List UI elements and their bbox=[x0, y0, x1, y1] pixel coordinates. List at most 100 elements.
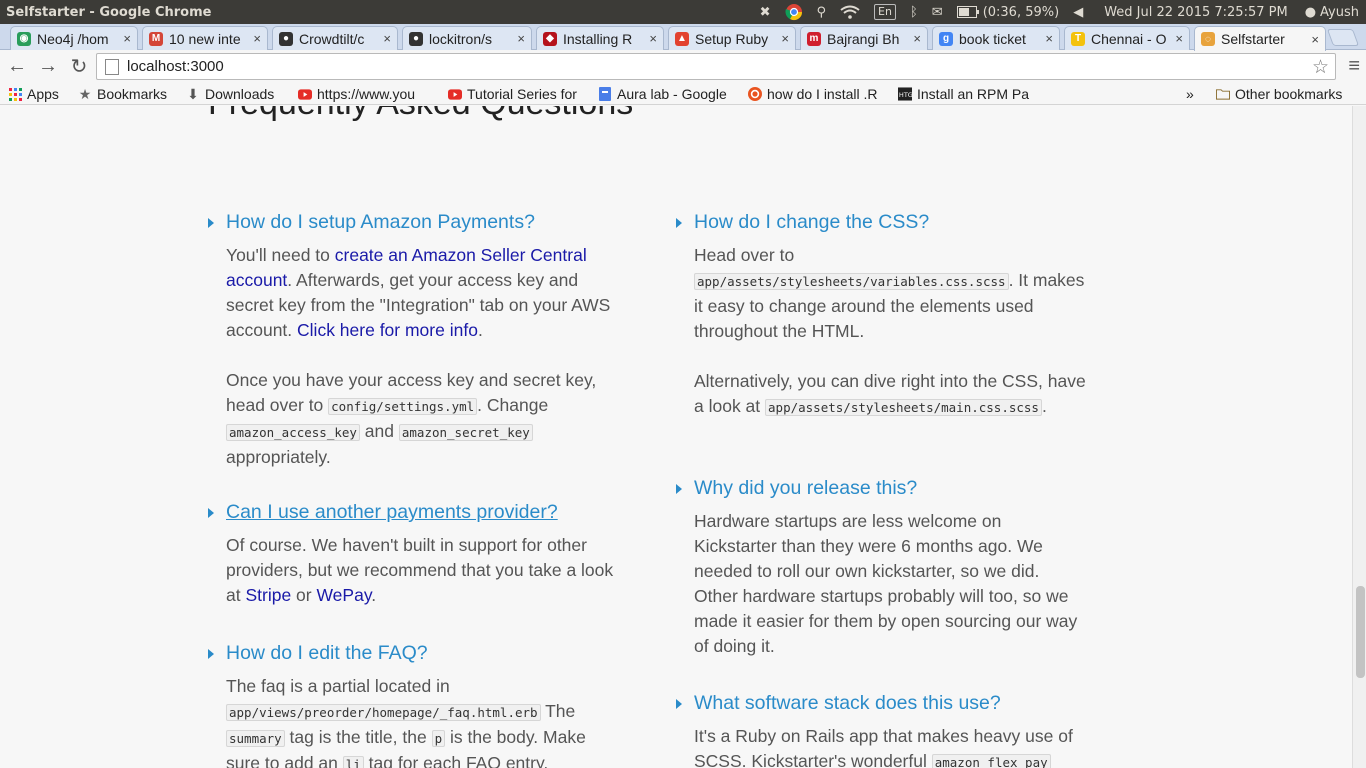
tab[interactable]: M 10 new inte × bbox=[142, 26, 268, 50]
bookmark-item[interactable]: https://www.you bbox=[298, 85, 415, 103]
battery-indicator[interactable]: (0:36, 59%) bbox=[950, 0, 1067, 24]
tab-favicon-icon: ▲ bbox=[675, 31, 689, 46]
tab[interactable]: ● Crowdtilt/c × bbox=[272, 26, 398, 50]
faq-item: Why did you release this? Hardware start… bbox=[676, 475, 1086, 659]
tab-label: Crowdtilt/c bbox=[299, 30, 365, 47]
faq-item: What software stack does this use? It's … bbox=[676, 690, 1086, 768]
faq-question[interactable]: Why did you release this? bbox=[676, 475, 1086, 501]
bookmark-label: Downloads bbox=[205, 86, 275, 102]
bookmark-label: https://www.you bbox=[317, 86, 416, 102]
tab-favicon-icon: g bbox=[939, 31, 953, 46]
folder-icon bbox=[1216, 87, 1230, 101]
search-icon[interactable]: ⚲ bbox=[810, 0, 834, 24]
tab-label: book ticket bbox=[959, 30, 1026, 47]
reload-button[interactable]: ↻ bbox=[65, 53, 93, 81]
faq-question[interactable]: Can I use another payments provider? bbox=[208, 499, 618, 525]
chrome-menu-icon[interactable]: ≡ bbox=[1348, 55, 1360, 78]
tab-close-icon[interactable]: × bbox=[517, 31, 525, 46]
google-sites-icon bbox=[598, 87, 612, 101]
tab[interactable]: T Chennai - O × bbox=[1064, 26, 1190, 50]
bookmark-star-icon[interactable]: ☆ bbox=[1312, 56, 1329, 79]
tab-label: Neo4j /hom bbox=[37, 30, 109, 47]
page-scrollbar[interactable] bbox=[1352, 106, 1366, 768]
tab-label: lockitron/s bbox=[429, 30, 493, 47]
tab-favicon-icon: ◆ bbox=[543, 31, 557, 46]
triangle-right-icon bbox=[208, 649, 214, 659]
tab-close-icon[interactable]: × bbox=[253, 31, 261, 46]
faq-question[interactable]: How do I setup Amazon Payments? bbox=[208, 209, 618, 235]
tab-close-icon[interactable]: × bbox=[1175, 31, 1183, 46]
tab-label: Installing R bbox=[563, 30, 633, 47]
bookmark-item[interactable]: Apps bbox=[8, 85, 59, 103]
os-indicators: ✖ ⚲ En ᛒ ✉ (0:36, 59%) ◀ Wed Jul 22 2015… bbox=[753, 0, 1366, 24]
star-icon: ★ bbox=[78, 85, 92, 102]
tab[interactable]: ▲ Setup Ruby × bbox=[668, 26, 796, 50]
bookmark-label: how do I install .R bbox=[767, 86, 878, 102]
tab[interactable]: ● lockitron/s × bbox=[402, 26, 532, 50]
faq-question[interactable]: What software stack does this use? bbox=[676, 690, 1086, 716]
code-snippet: app/views/preorder/homepage/_faq.html.er… bbox=[226, 704, 541, 721]
tab-close-icon[interactable]: × bbox=[913, 31, 921, 46]
tab-label: Selfstarter bbox=[1221, 31, 1285, 47]
bookmark-item[interactable]: HTG Install an RPM Pa bbox=[898, 85, 1029, 103]
tab-strip: ◉ Neo4j /hom × M 10 new inte × ● Crowdtilt/c × ● l… bbox=[0, 24, 1366, 51]
wifi-icon[interactable] bbox=[833, 0, 867, 24]
user-menu[interactable]: ● Ayush bbox=[1298, 0, 1366, 24]
chrome-icon[interactable] bbox=[778, 0, 810, 24]
wepay-link[interactable]: WePay bbox=[316, 585, 371, 605]
volume-icon[interactable]: ◀ bbox=[1066, 0, 1090, 24]
address-bar[interactable]: localhost:3000 ☆ bbox=[96, 53, 1336, 80]
new-tab-button[interactable] bbox=[1326, 29, 1360, 46]
tab-favicon-icon: ● bbox=[279, 31, 293, 46]
bookmark-label: Bookmarks bbox=[97, 86, 168, 102]
tab[interactable]: m Bajrangi Bh × bbox=[800, 26, 928, 50]
other-bookmarks-folder[interactable]: Other bookmarks bbox=[1216, 85, 1342, 103]
tab-close-icon[interactable]: × bbox=[781, 31, 789, 46]
faq-item: Can I use another payments provider? Of … bbox=[208, 499, 618, 608]
tab-close-icon[interactable]: × bbox=[383, 31, 391, 46]
bookmark-item[interactable]: Tutorial Series for bbox=[448, 85, 577, 103]
tab[interactable]: ◉ Neo4j /hom × bbox=[10, 26, 138, 50]
stripe-link[interactable]: Stripe bbox=[245, 585, 291, 605]
htg-icon: HTG bbox=[898, 87, 912, 101]
tab-close-icon[interactable]: × bbox=[649, 31, 657, 46]
bookmark-item[interactable]: how do I install .R bbox=[748, 85, 878, 103]
faq-question[interactable]: How do I edit the FAQ? bbox=[208, 640, 618, 666]
faq-answer: It's a Ruby on Rails app that makes heav… bbox=[676, 724, 1086, 768]
faq-answer: Hardware startups are less welcome on Ki… bbox=[694, 511, 1078, 656]
faq-answer: You'll need to create an Amazon Seller C… bbox=[226, 245, 611, 467]
tab-close-icon[interactable]: × bbox=[1045, 31, 1053, 46]
back-button[interactable]: ← bbox=[3, 53, 31, 81]
bluetooth-icon[interactable]: ᛒ bbox=[903, 0, 925, 24]
ubuntu-icon bbox=[748, 87, 762, 101]
bookmark-item[interactable]: Aura lab - Google bbox=[598, 85, 727, 103]
mail-icon[interactable]: ✉ bbox=[925, 0, 950, 24]
tab[interactable]: ◌ Selfstarter × bbox=[1194, 26, 1326, 51]
browser-toolbar: ← → ↻ localhost:3000 ☆ ≡ bbox=[0, 50, 1366, 83]
keyboard-language-indicator[interactable]: En bbox=[867, 0, 903, 24]
page-title: Frequently Asked Questions bbox=[208, 106, 633, 123]
tab-label: Setup Ruby bbox=[695, 30, 769, 47]
forward-button[interactable]: → bbox=[34, 53, 62, 81]
url-text[interactable]: localhost:3000 bbox=[127, 58, 224, 75]
close-x-icon[interactable]: ✖ bbox=[753, 0, 778, 24]
tab-close-icon[interactable]: × bbox=[123, 31, 131, 46]
tab[interactable]: ◆ Installing R × bbox=[536, 26, 664, 50]
code-snippet: amazon_access_key bbox=[226, 424, 360, 441]
svg-text:HTG: HTG bbox=[899, 91, 912, 99]
triangle-right-icon bbox=[208, 218, 214, 228]
tab-favicon-icon: m bbox=[807, 31, 821, 46]
triangle-right-icon bbox=[676, 699, 682, 709]
faq-question[interactable]: How do I change the CSS? bbox=[676, 209, 1086, 235]
bookmark-item[interactable]: ⬇ Downloads bbox=[186, 85, 274, 103]
scrollbar-thumb[interactable] bbox=[1356, 586, 1365, 678]
apps-grid-icon bbox=[8, 87, 22, 101]
bookmark-label: Tutorial Series for bbox=[467, 86, 577, 102]
clock[interactable]: Wed Jul 22 2015 7:25:57 PM bbox=[1090, 0, 1298, 24]
tab[interactable]: g book ticket × bbox=[932, 26, 1060, 50]
tab-close-icon[interactable]: × bbox=[1311, 32, 1319, 47]
bookmarks-overflow-button[interactable]: » bbox=[1186, 85, 1194, 103]
code-snippet: config/settings.yml bbox=[328, 398, 478, 415]
more-info-link[interactable]: Click here for more info bbox=[297, 320, 478, 340]
bookmark-item[interactable]: ★ Bookmarks bbox=[78, 85, 167, 103]
